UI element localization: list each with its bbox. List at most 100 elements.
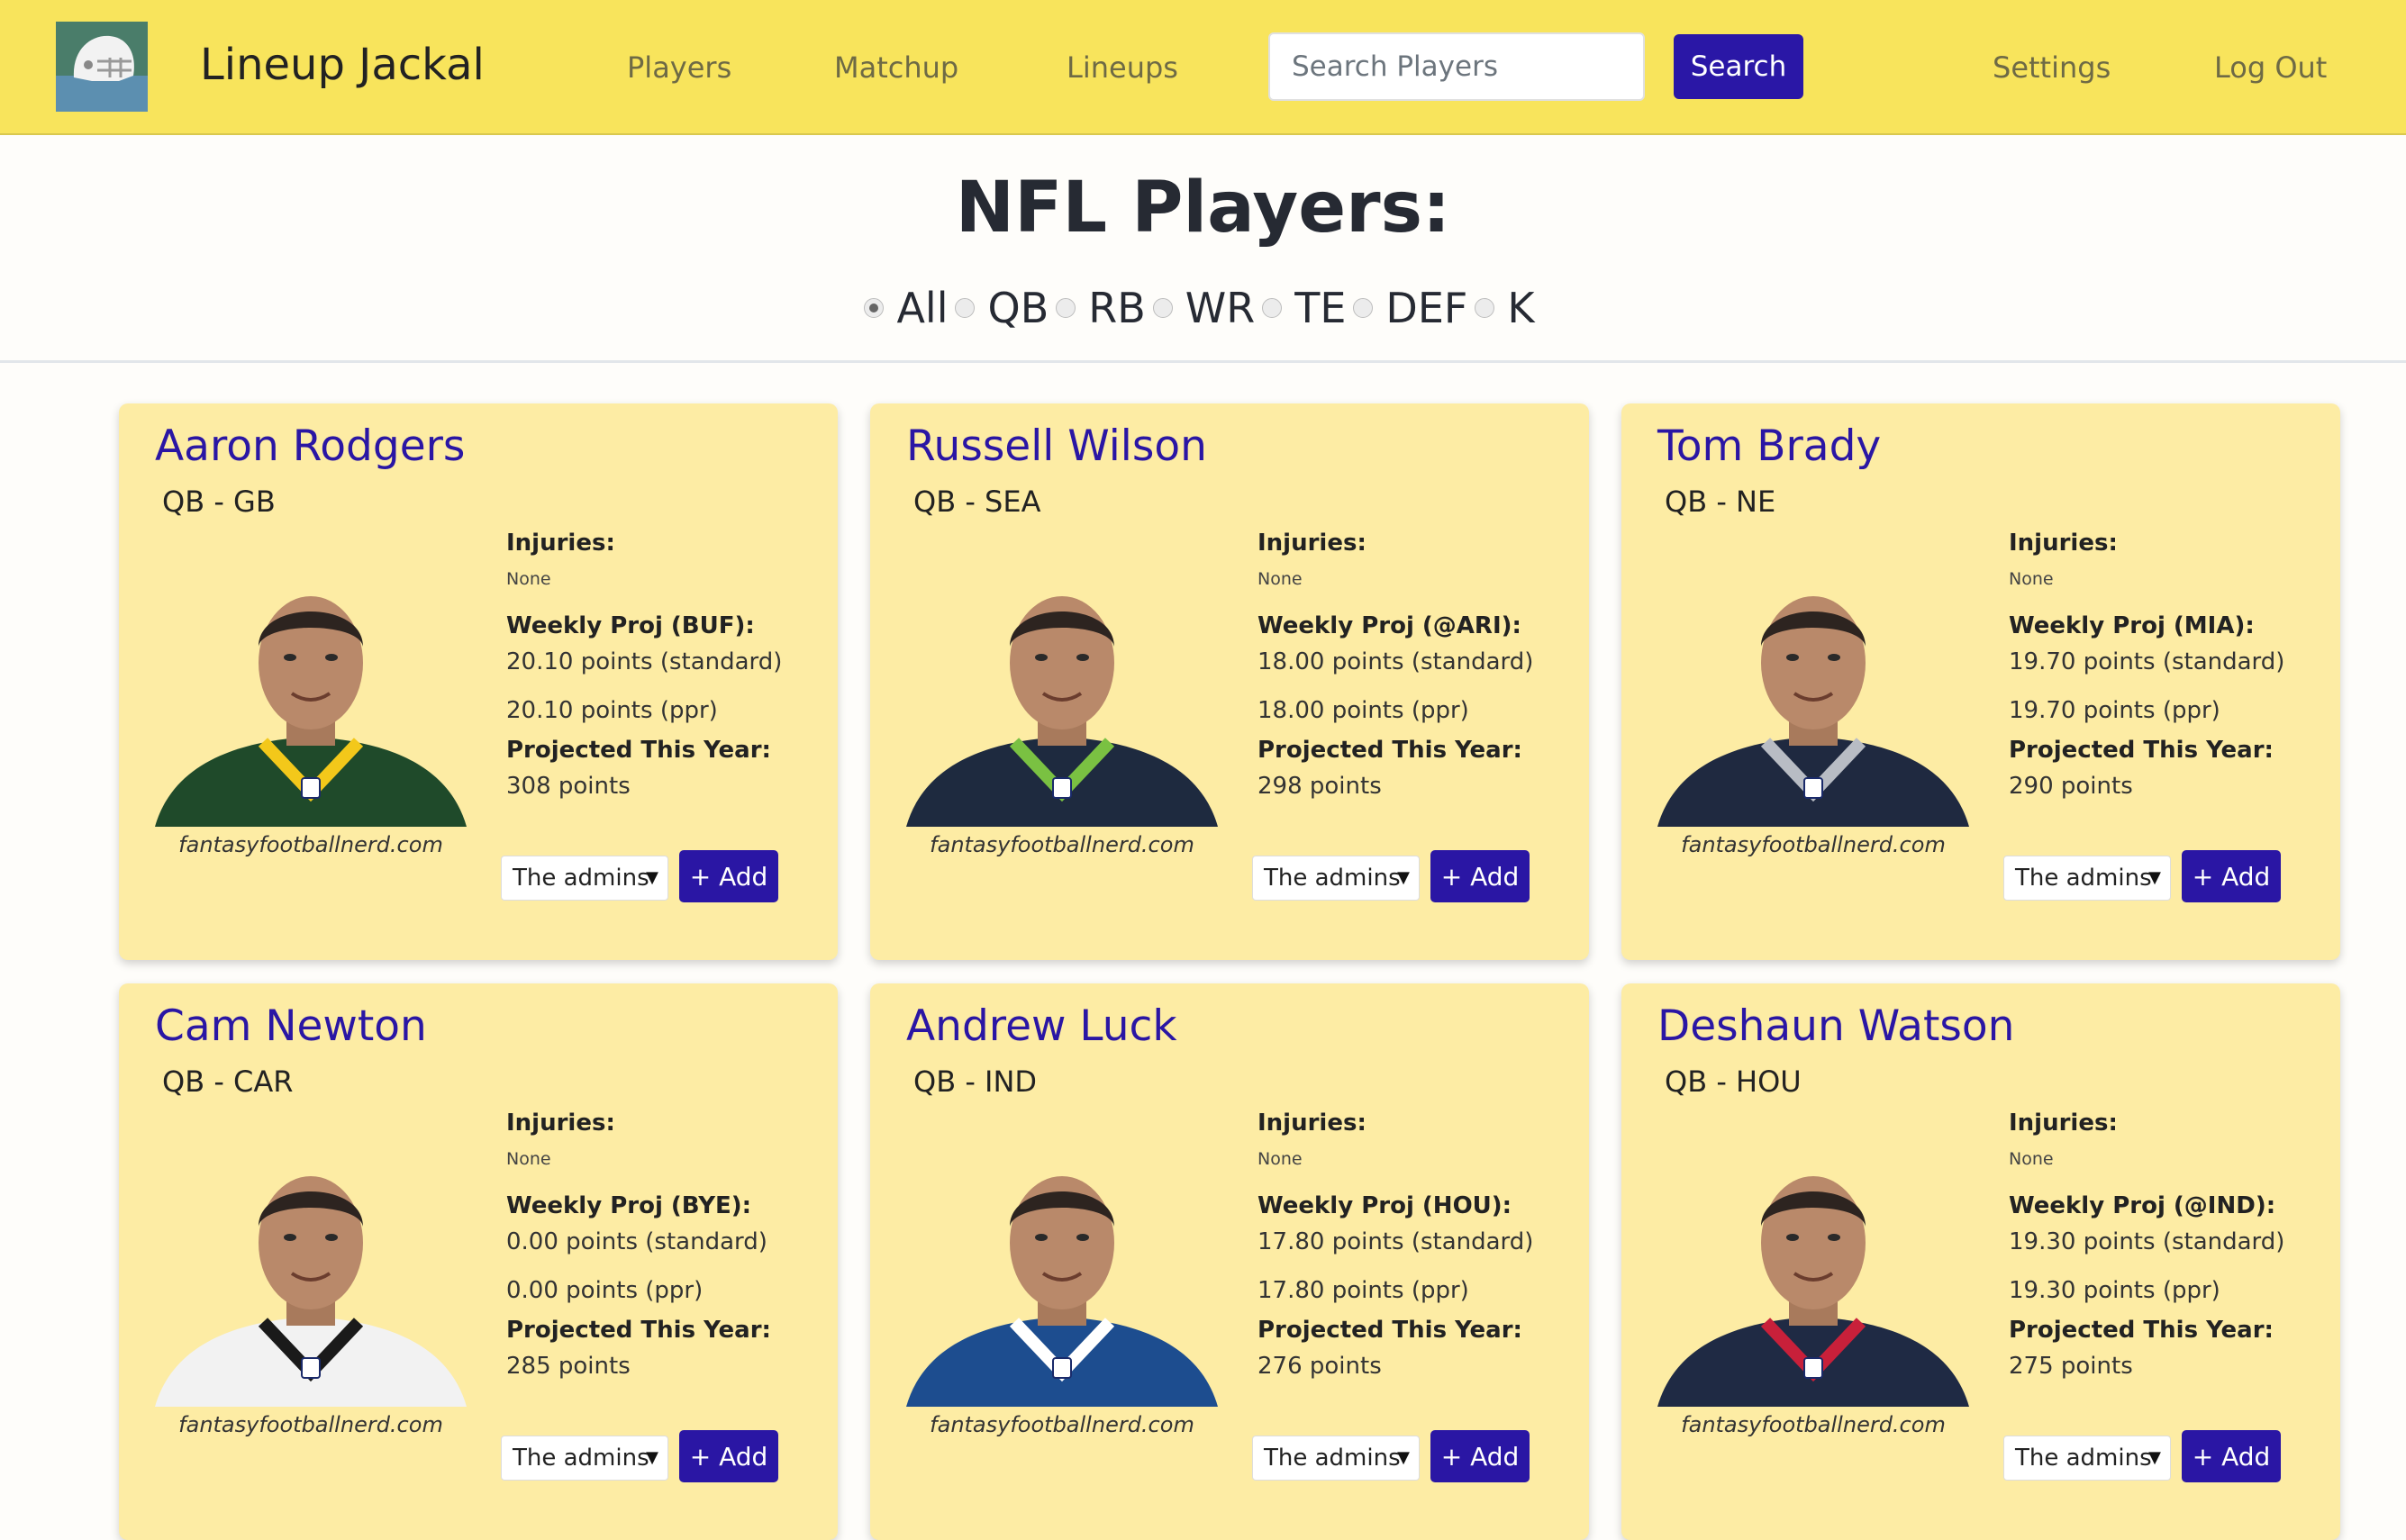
team-select[interactable]: The admins ▼ bbox=[1252, 856, 1420, 901]
radio-icon[interactable] bbox=[1353, 298, 1374, 318]
photo-credit: fantasyfootballnerd.com bbox=[178, 832, 443, 857]
add-player-button[interactable]: + Add bbox=[679, 1430, 778, 1482]
weekly-proj-standard: 20.10 points (standard) bbox=[506, 648, 783, 675]
filter-label: RB bbox=[1088, 284, 1146, 332]
filter-wr[interactable]: WR bbox=[1152, 284, 1255, 332]
weekly-proj-ppr: 20.10 points (ppr) bbox=[506, 697, 718, 724]
nav-lineups[interactable]: Lineups bbox=[1067, 50, 1178, 85]
injuries-value: None bbox=[506, 569, 551, 589]
player-photo bbox=[1657, 1176, 1969, 1407]
projected-year-value: 275 points bbox=[2009, 1353, 2133, 1380]
nav-matchup[interactable]: Matchup bbox=[834, 50, 958, 85]
weekly-proj-standard: 0.00 points (standard) bbox=[506, 1228, 767, 1255]
player-photo bbox=[155, 1176, 467, 1407]
weekly-proj-standard: 19.70 points (standard) bbox=[2009, 648, 2285, 675]
team-select-value: The admins bbox=[2015, 1445, 2152, 1472]
caret-down-icon: ▼ bbox=[2148, 1448, 2161, 1467]
player-position-team: QB - SEA bbox=[913, 485, 1041, 519]
team-select[interactable]: The admins ▼ bbox=[501, 856, 668, 901]
weekly-proj-label: Weekly Proj (@IND): bbox=[2009, 1192, 2276, 1219]
weekly-proj-label: Weekly Proj (HOU): bbox=[1257, 1192, 1512, 1219]
caret-down-icon: ▼ bbox=[2148, 868, 2161, 887]
radio-icon[interactable] bbox=[1152, 298, 1173, 318]
player-name[interactable]: Russell Wilson bbox=[906, 421, 1207, 471]
caret-down-icon: ▼ bbox=[1397, 868, 1410, 887]
add-player-button[interactable]: + Add bbox=[2182, 1430, 2281, 1482]
brand-name[interactable]: Lineup Jackal bbox=[200, 40, 485, 90]
radio-icon[interactable] bbox=[955, 298, 976, 318]
filter-def[interactable]: DEF bbox=[1353, 284, 1467, 332]
player-card: Aaron Rodgers QB - GB fantasyfootballner… bbox=[119, 403, 838, 960]
player-card: Cam Newton QB - CAR fantasyfootballnerd.… bbox=[119, 983, 838, 1540]
filter-k[interactable]: K bbox=[1475, 284, 1535, 332]
weekly-proj-label: Weekly Proj (BUF): bbox=[506, 612, 755, 639]
player-name[interactable]: Cam Newton bbox=[155, 1001, 427, 1051]
photo-credit: fantasyfootballnerd.com bbox=[1681, 1412, 1946, 1437]
team-select-value: The admins bbox=[1264, 1445, 1401, 1472]
filter-qb[interactable]: QB bbox=[955, 284, 1049, 332]
photo-credit: fantasyfootballnerd.com bbox=[1681, 832, 1946, 857]
search-button[interactable]: Search bbox=[1674, 34, 1803, 99]
player-name[interactable]: Deshaun Watson bbox=[1657, 1001, 2014, 1051]
player-name[interactable]: Aaron Rodgers bbox=[155, 421, 465, 471]
weekly-proj-ppr: 18.00 points (ppr) bbox=[1257, 697, 1469, 724]
injuries-value: None bbox=[1257, 569, 1303, 589]
caret-down-icon: ▼ bbox=[646, 868, 658, 887]
weekly-proj-label: Weekly Proj (@ARI): bbox=[1257, 612, 1521, 639]
projected-year-label: Projected This Year: bbox=[2009, 737, 2274, 764]
page-title: NFL Players: bbox=[955, 168, 1451, 249]
radio-icon[interactable] bbox=[864, 298, 885, 318]
weekly-proj-standard: 18.00 points (standard) bbox=[1257, 648, 1534, 675]
weekly-proj-ppr: 0.00 points (ppr) bbox=[506, 1277, 704, 1304]
team-select-value: The admins bbox=[513, 1445, 649, 1472]
player-photo bbox=[155, 596, 467, 827]
player-photo bbox=[1657, 596, 1969, 827]
team-select[interactable]: The admins ▼ bbox=[1252, 1436, 1420, 1481]
nav-players[interactable]: Players bbox=[627, 50, 731, 85]
nav-settings[interactable]: Settings bbox=[1993, 50, 2111, 85]
player-card: Russell Wilson QB - SEA fantasyfootballn… bbox=[870, 403, 1589, 960]
player-photo bbox=[906, 1176, 1218, 1407]
helmet-logo-icon[interactable] bbox=[56, 22, 148, 112]
weekly-proj-label: Weekly Proj (MIA): bbox=[2009, 612, 2255, 639]
team-select[interactable]: The admins ▼ bbox=[501, 1436, 668, 1481]
injuries-value: None bbox=[2009, 569, 2054, 589]
radio-icon[interactable] bbox=[1475, 298, 1495, 318]
team-select[interactable]: The admins ▼ bbox=[2003, 1436, 2171, 1481]
filter-label: All bbox=[896, 284, 949, 332]
filter-all[interactable]: All bbox=[864, 284, 948, 332]
search-input[interactable] bbox=[1268, 32, 1645, 101]
team-select-value: The admins bbox=[2015, 865, 2152, 892]
player-name[interactable]: Andrew Luck bbox=[906, 1001, 1177, 1051]
projected-year-value: 276 points bbox=[1257, 1353, 1382, 1380]
add-player-button[interactable]: + Add bbox=[1430, 1430, 1530, 1482]
team-select[interactable]: The admins ▼ bbox=[2003, 856, 2171, 901]
add-player-button[interactable]: + Add bbox=[679, 850, 778, 902]
player-name[interactable]: Tom Brady bbox=[1657, 421, 1881, 471]
projected-year-label: Projected This Year: bbox=[1257, 1317, 1522, 1344]
radio-icon[interactable] bbox=[1056, 298, 1076, 318]
weekly-proj-standard: 19.30 points (standard) bbox=[2009, 1228, 2285, 1255]
player-card: Andrew Luck QB - IND fantasyfootballnerd… bbox=[870, 983, 1589, 1540]
filter-label: DEF bbox=[1385, 284, 1468, 332]
nav-logout[interactable]: Log Out bbox=[2214, 50, 2327, 85]
injuries-label: Injuries: bbox=[506, 1110, 615, 1137]
injuries-value: None bbox=[1257, 1149, 1303, 1169]
filter-te[interactable]: TE bbox=[1262, 284, 1346, 332]
player-card: Deshaun Watson QB - HOU fantasyfootballn… bbox=[1621, 983, 2340, 1540]
filter-label: TE bbox=[1294, 284, 1347, 332]
radio-icon[interactable] bbox=[1262, 298, 1283, 318]
add-player-button[interactable]: + Add bbox=[1430, 850, 1530, 902]
injuries-value: None bbox=[506, 1149, 551, 1169]
weekly-proj-ppr: 17.80 points (ppr) bbox=[1257, 1277, 1469, 1304]
add-player-button[interactable]: + Add bbox=[2182, 850, 2281, 902]
photo-credit: fantasyfootballnerd.com bbox=[178, 1412, 443, 1437]
navbar: Lineup Jackal Players Matchup Lineups Se… bbox=[0, 0, 2406, 135]
filter-rb[interactable]: RB bbox=[1056, 284, 1146, 332]
photo-credit: fantasyfootballnerd.com bbox=[930, 1412, 1194, 1437]
injuries-label: Injuries: bbox=[506, 530, 615, 557]
projected-year-value: 290 points bbox=[2009, 773, 2133, 800]
injuries-label: Injuries: bbox=[1257, 1110, 1366, 1137]
projected-year-value: 308 points bbox=[506, 773, 631, 800]
player-position-team: QB - CAR bbox=[162, 1064, 294, 1099]
